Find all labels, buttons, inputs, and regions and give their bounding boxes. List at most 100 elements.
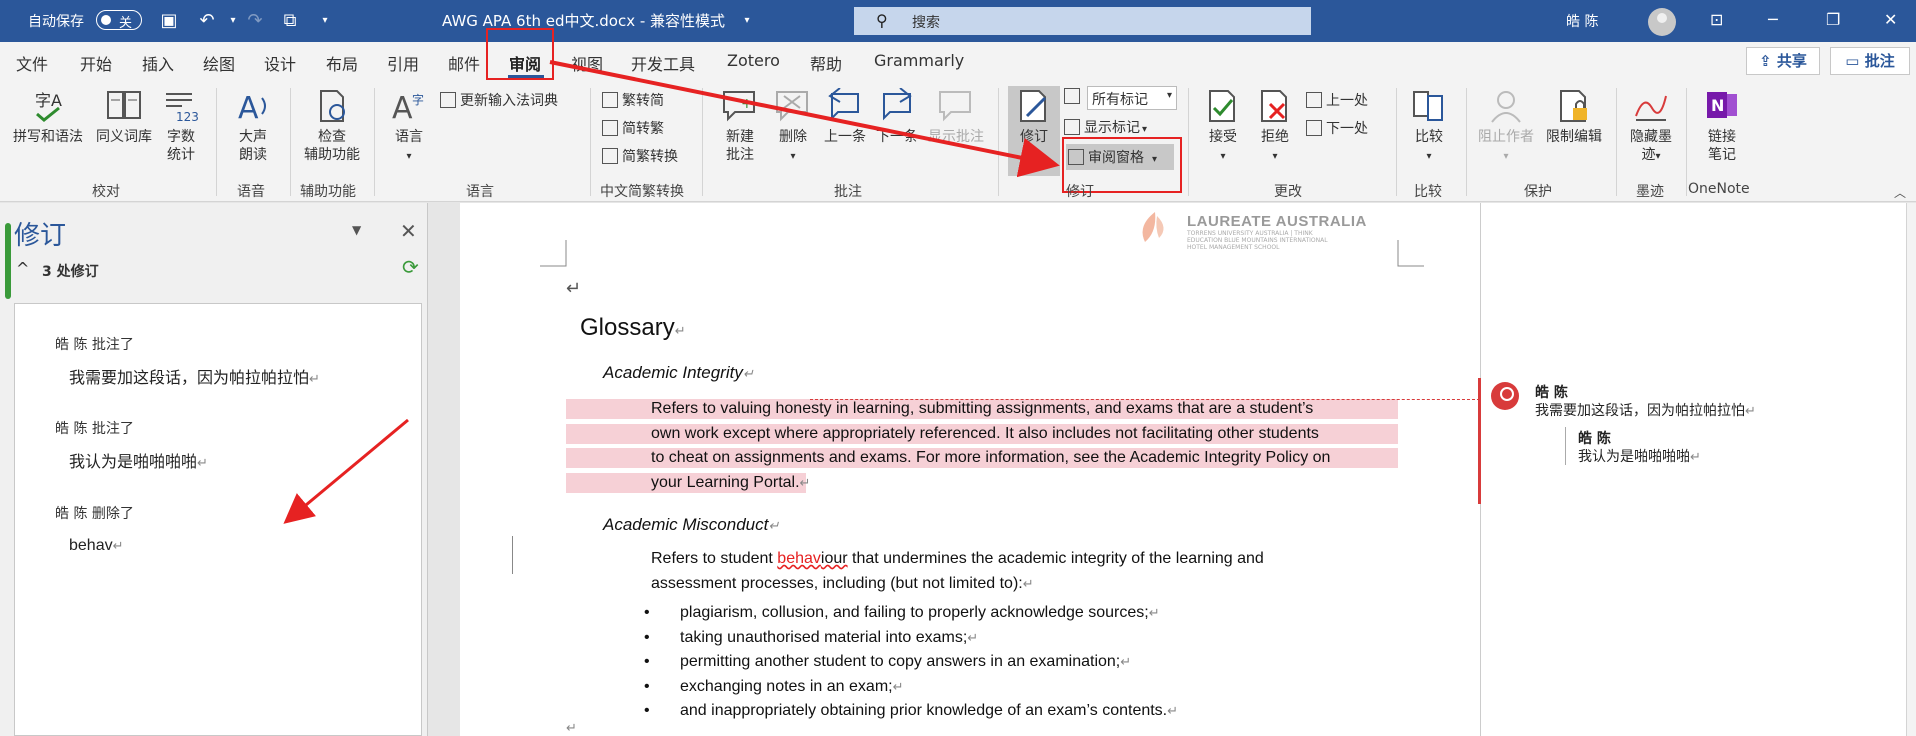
toggle-knob — [101, 15, 111, 25]
language-icon: A字 — [390, 88, 428, 126]
conversion-label: 简繁转换 — [622, 149, 678, 165]
heading-text: Glossary — [580, 314, 675, 341]
svg-text:A: A — [392, 91, 413, 124]
simp-to-trad-button[interactable]: 简转繁 — [602, 118, 664, 138]
previous-comment-button[interactable]: 上一条 — [820, 87, 870, 146]
tab-draw[interactable]: 绘图 — [203, 51, 235, 75]
accept-button[interactable]: 接受 ▾ — [1198, 88, 1248, 166]
term-academic-misconduct[interactable]: Academic Misconduct↵ — [603, 515, 779, 535]
collapse-caret-icon[interactable]: ^ — [16, 259, 29, 278]
tab-help[interactable]: 帮助 — [810, 51, 842, 75]
tab-grammarly[interactable]: Grammarly — [874, 51, 964, 70]
conversion-icon — [602, 148, 618, 164]
undo-dropdown-icon[interactable]: ▾ — [222, 10, 244, 32]
separator — [1466, 88, 1467, 196]
delete-comment-button[interactable]: 删除 ▾ — [770, 88, 816, 166]
spelling-grammar-button[interactable]: 字A 拼写和语法 — [10, 88, 86, 146]
previous-change-button[interactable]: 上一处 — [1306, 90, 1368, 110]
autosave-toggle[interactable]: 关 — [96, 10, 142, 31]
track-changes-button[interactable]: 修订 ▾ — [1010, 88, 1058, 166]
reply-text[interactable]: 我认为是啪啪啪啪↵ — [1578, 446, 1701, 466]
new-comment-label-2: 批注 — [726, 147, 754, 163]
pane-options-icon[interactable]: ▼ — [352, 223, 361, 237]
pane-grip[interactable] — [5, 223, 11, 299]
close-pane-icon[interactable]: ✕ — [400, 219, 417, 243]
save-icon[interactable]: ▣ — [158, 10, 180, 32]
bullet-item[interactable]: • permitting another student to copy answ… — [644, 650, 1178, 675]
customize-qat-icon[interactable]: ▾ — [314, 10, 336, 32]
hide-ink-label-1: 隐藏墨 — [1630, 129, 1672, 145]
tab-layout[interactable]: 布局 — [326, 51, 358, 75]
definition-academic-misconduct[interactable]: Refers to student behaviour that undermi… — [651, 547, 1264, 596]
refresh-icon[interactable]: ⟳ — [402, 255, 419, 279]
revision-content-text: behav — [69, 537, 113, 554]
definition-academic-integrity[interactable]: Refers to valuing honesty in learning, s… — [651, 397, 1330, 495]
read-aloud-button[interactable]: A 大声 朗读 — [230, 88, 276, 164]
bullet-item[interactable]: • plagiarism, collusion, and failing to p… — [644, 601, 1178, 626]
collapse-ribbon-icon[interactable]: ︿ — [1894, 184, 1906, 201]
tab-zotero[interactable]: Zotero — [727, 51, 780, 70]
tab-insert[interactable]: 插入 — [142, 51, 174, 75]
user-name[interactable]: 皓 陈 — [1566, 11, 1598, 31]
show-comments-button[interactable]: 显示批注 — [924, 88, 988, 146]
tab-references[interactable]: 引用 — [387, 51, 419, 75]
check-accessibility-button[interactable]: 检查 辅助功能 — [296, 88, 368, 164]
thesaurus-button[interactable]: 同义词库 — [90, 88, 158, 146]
tab-home[interactable]: 开始 — [80, 51, 112, 75]
minimize-icon[interactable]: ─ — [1768, 10, 1778, 29]
bullet-item[interactable]: • and inappropriately obtaining prior kno… — [644, 699, 1178, 724]
hide-ink-button[interactable]: 隐藏墨 迹▾ — [1622, 88, 1680, 166]
restrict-editing-button[interactable]: 限制编辑 — [1540, 88, 1608, 146]
present-icon[interactable]: ⧉ — [279, 10, 301, 32]
show-comments-label: 显示批注 — [928, 129, 984, 145]
glossary-heading[interactable]: Glossary↵ — [580, 314, 686, 342]
share-button[interactable]: ⇪ 共享 — [1746, 47, 1820, 75]
markup-doc-icon — [1064, 88, 1080, 104]
comment-text[interactable]: 我需要加这段话，因为帕拉帕拉怕↵ — [1535, 400, 1756, 420]
tab-file[interactable]: 文件 — [16, 51, 48, 75]
tab-view[interactable]: 视图 — [571, 51, 603, 75]
update-ime-button[interactable]: 更新输入法词典 — [440, 90, 558, 110]
para1-line: to cheat on assignments and exams. For m… — [651, 449, 1331, 466]
undo-icon[interactable]: ↶ — [196, 10, 218, 32]
word-count-button[interactable]: 123 字数 统计 — [160, 88, 202, 164]
compare-button[interactable]: 比较 ▾ — [1404, 88, 1454, 166]
new-comment-button[interactable]: + 新建 批注 — [716, 88, 764, 164]
linked-notes-button[interactable]: N 链接 笔记 — [1694, 88, 1750, 164]
markup-select[interactable]: 所有标记 ▾ — [1087, 86, 1177, 110]
deleted-text[interactable]: behav — [777, 550, 821, 567]
tab-developer[interactable]: 开发工具 — [631, 51, 695, 75]
show-markup-button[interactable]: 显示标记 ▾ — [1064, 117, 1147, 137]
term-academic-integrity[interactable]: Academic Integrity↵ — [603, 363, 754, 383]
group-label-tracking: 修订 — [1066, 184, 1094, 200]
tab-mailings[interactable]: 邮件 — [448, 51, 480, 75]
compare-label: 比较 — [1415, 129, 1443, 145]
para2-text-c: that undermines the academic integrity o… — [847, 550, 1264, 567]
comments-button[interactable]: ▭ 批注 — [1830, 47, 1910, 75]
trad-to-simp-button[interactable]: 繁转简 — [602, 90, 664, 110]
bullet-item[interactable]: • exchanging notes in an exam;↵ — [644, 675, 1178, 700]
revision-content[interactable]: 我需要加这段话，因为帕拉帕拉怕↵ — [69, 364, 320, 388]
user-avatar[interactable] — [1648, 8, 1676, 36]
search-box[interactable]: ⚲ 搜索 — [854, 7, 1311, 35]
revision-content[interactable]: 我认为是啪啪啪啪↵ — [69, 448, 208, 472]
reject-button[interactable]: 拒绝 ▾ — [1250, 88, 1300, 166]
compare-icon — [1410, 88, 1448, 124]
ribbon-display-icon[interactable]: ⊡ — [1710, 10, 1723, 29]
next-comment-button[interactable]: 下一条 — [872, 87, 922, 146]
vertical-scrollbar[interactable] — [1906, 203, 1916, 736]
close-icon[interactable]: ✕ — [1884, 10, 1897, 29]
group-label-protect: 保护 — [1524, 184, 1552, 200]
language-button[interactable]: A字 语言 ▾ — [386, 88, 432, 166]
tab-design[interactable]: 设计 — [264, 51, 296, 75]
bullet-item[interactable]: • taking unauthorised material into exams… — [644, 626, 1178, 651]
svg-text:123: 123 — [176, 110, 199, 124]
separator — [702, 88, 703, 196]
revision-content[interactable]: behav↵ — [69, 537, 124, 555]
restore-icon[interactable]: ❐ — [1826, 10, 1840, 29]
bullet-text: and inappropriately obtaining prior know… — [680, 702, 1168, 719]
conversion-button[interactable]: 简繁转换 — [602, 146, 678, 166]
next-change-button[interactable]: 下一处 — [1306, 118, 1368, 138]
para1-line-text: your Learning Portal. — [651, 473, 800, 491]
title-dropdown-icon[interactable]: ▾ — [736, 10, 758, 32]
